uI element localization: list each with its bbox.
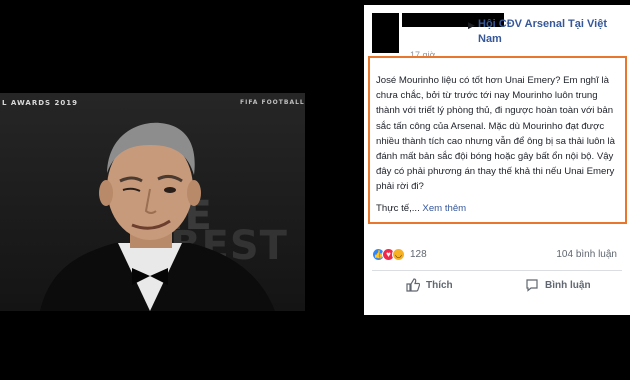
facebook-post-card: ▶ Hội CĐV Arsenal Tại Việt Nam 17 giờ Jo… xyxy=(364,5,630,315)
man-portrait-illustration xyxy=(40,122,275,311)
comment-count-link[interactable]: 104 bình luận xyxy=(556,249,617,260)
post-body-text: José Mourinho liệu có tốt hơn Unai Emery… xyxy=(376,75,615,193)
like-button-label: Thích xyxy=(426,279,453,291)
truncated-line: Thực tế,... Xem thêm xyxy=(376,203,618,214)
highlighted-post-text: José Mourinho liệu có tốt hơn Unai Emery… xyxy=(368,56,627,224)
comment-button-label: Bình luận xyxy=(545,279,591,291)
redacted-avatar xyxy=(372,13,399,53)
reaction-summary[interactable]: 👍 ♥ ◡ 128 xyxy=(372,248,427,261)
like-button[interactable]: Thích xyxy=(406,278,453,292)
thumbs-up-icon xyxy=(406,278,420,292)
reaction-count: 128 xyxy=(410,249,427,260)
actions-divider xyxy=(372,270,622,271)
haha-reaction-icon: ◡ xyxy=(392,248,405,261)
news-photo: L AWARDS 2019 FIFA FOOTBALL HE BEST xyxy=(0,93,305,311)
comment-bubble-icon xyxy=(526,279,538,292)
truncated-text: Thực tế,... xyxy=(376,202,420,214)
comment-button[interactable]: Bình luận xyxy=(525,278,591,292)
see-more-link[interactable]: Xem thêm xyxy=(422,203,466,214)
group-name-link[interactable]: Hội CĐV Arsenal Tại Việt Nam xyxy=(478,17,628,47)
share-arrow-icon: ▶ xyxy=(468,20,475,30)
